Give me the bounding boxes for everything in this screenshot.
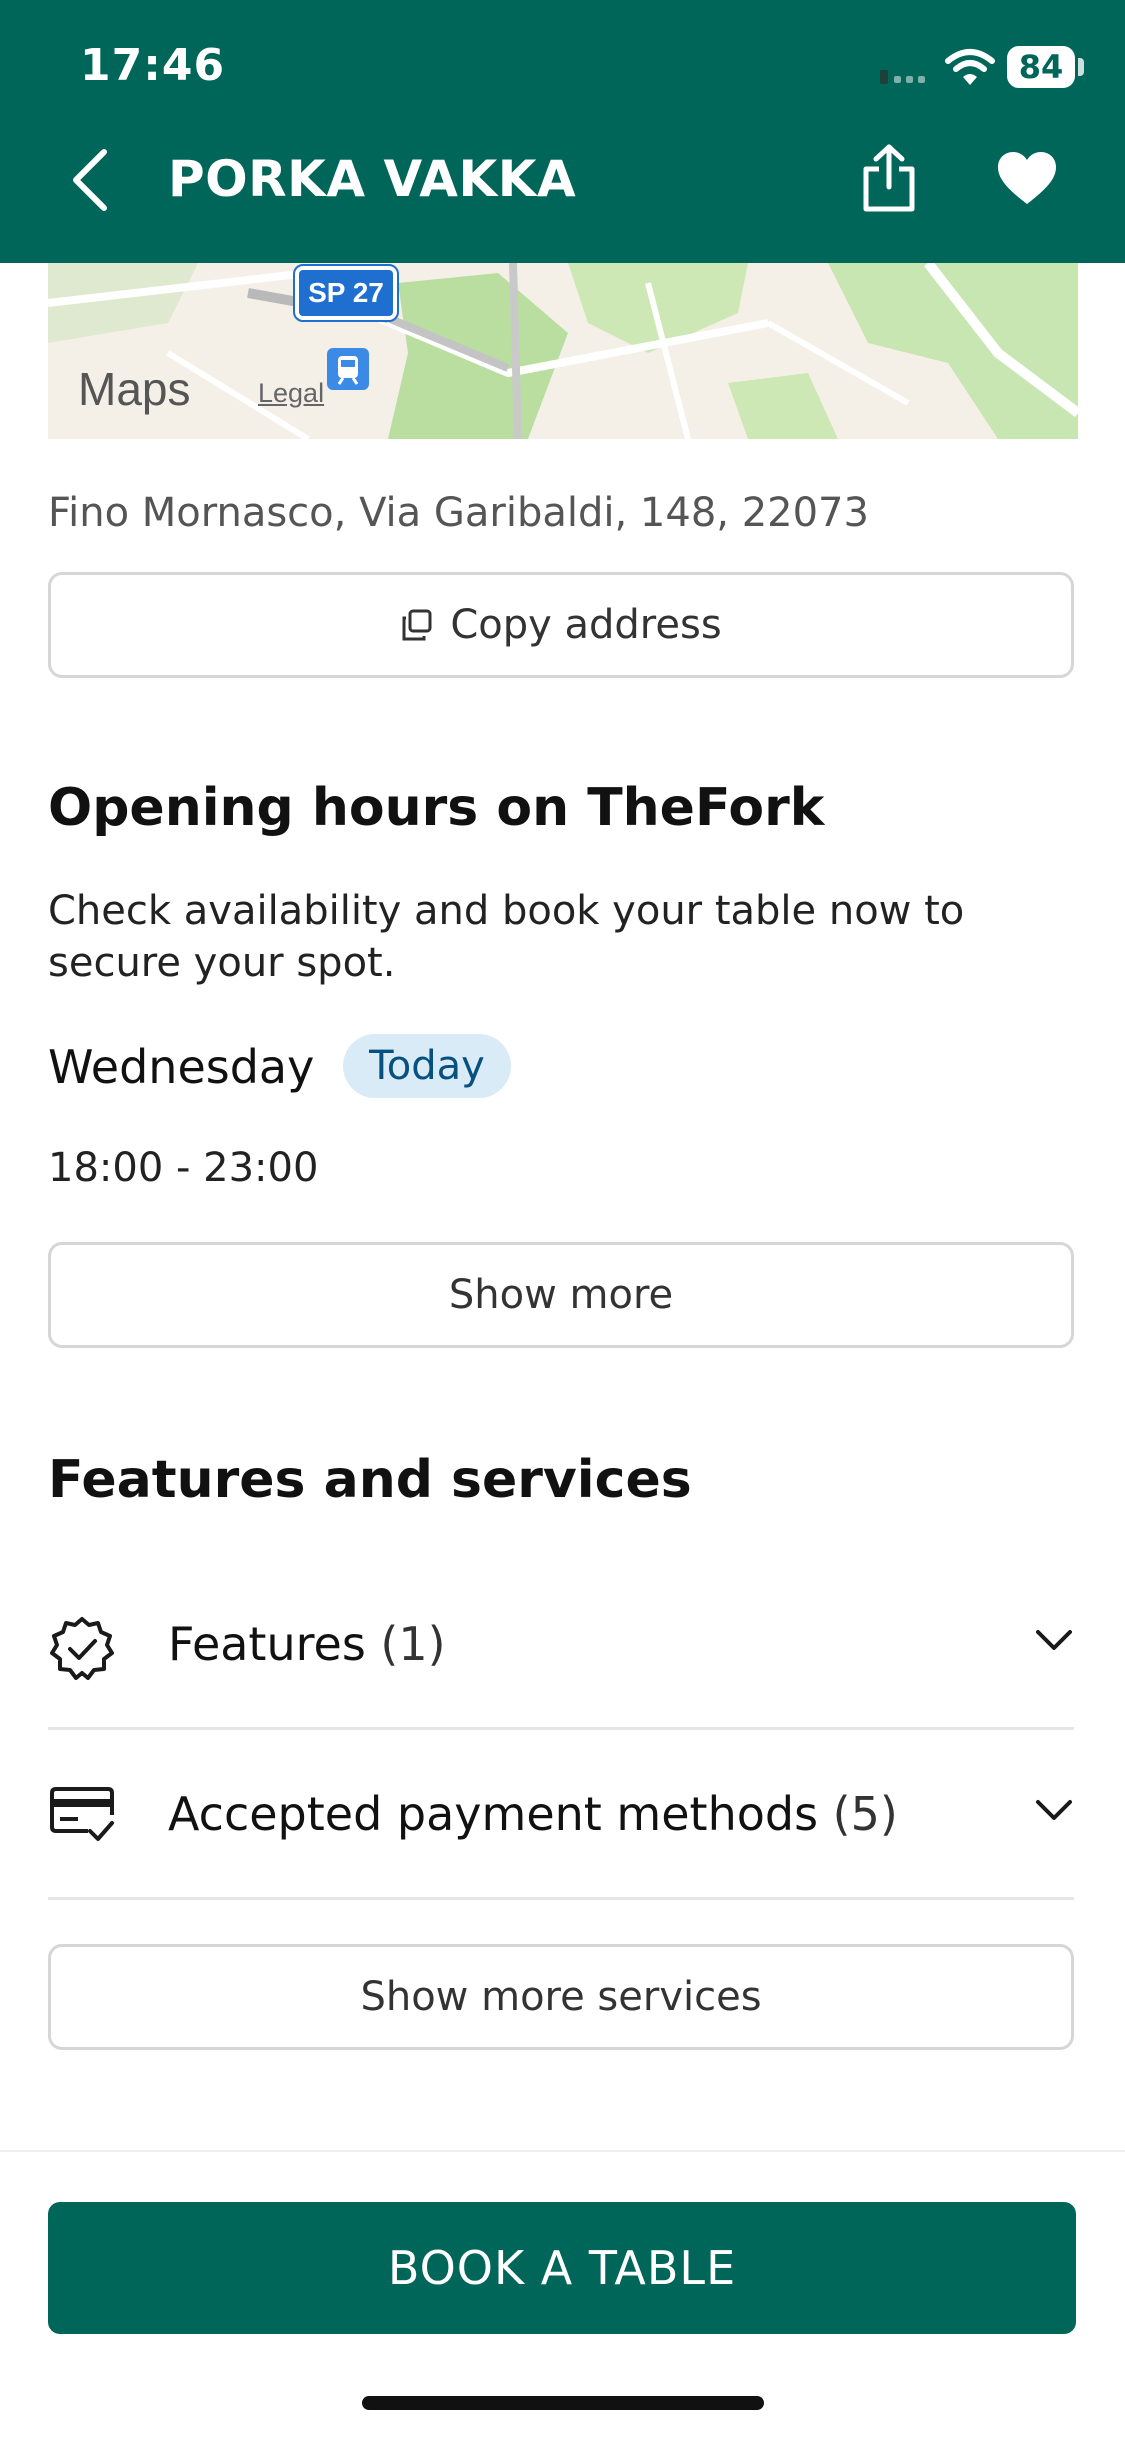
credit-card-check-icon	[50, 1787, 114, 1841]
show-more-hours-button[interactable]: Show more	[48, 1242, 1074, 1348]
status-time: 17:46	[80, 40, 226, 91]
home-indicator	[362, 2396, 764, 2410]
restaurant-title: PORKA VAKKA	[168, 150, 577, 208]
features-heading: Features and services	[48, 1450, 692, 1510]
chevron-down-icon	[1036, 1800, 1072, 1820]
payment-count: (5)	[832, 1787, 898, 1841]
cellular-signal-icon	[880, 70, 925, 84]
wifi-icon	[945, 49, 995, 85]
verified-badge-icon	[50, 1617, 114, 1680]
show-more-services-label: Show more services	[360, 1974, 762, 2020]
share-icon[interactable]	[860, 143, 918, 213]
show-more-label: Show more	[448, 1272, 674, 1318]
opening-hours-heading: Opening hours on TheFork	[48, 778, 825, 838]
features-row[interactable]: Features (1)	[48, 1560, 1074, 1730]
features-count: (1)	[380, 1617, 446, 1671]
restaurant-address: Fino Mornasco, Via Garibaldi, 148, 22073	[48, 490, 869, 536]
hours-range: 18:00 - 23:00	[48, 1145, 319, 1191]
features-row-label: Features (1)	[168, 1617, 446, 1671]
maps-logo-text: Maps	[78, 363, 191, 415]
today-badge: Today	[343, 1034, 511, 1098]
battery-tip	[1078, 58, 1084, 76]
train-station-icon	[327, 348, 369, 390]
copy-address-button[interactable]: Copy address	[48, 572, 1074, 678]
back-arrow-icon[interactable]	[70, 148, 110, 212]
copy-icon	[400, 608, 434, 642]
map-tiles	[48, 263, 1078, 439]
battery-indicator: 84	[1007, 46, 1075, 88]
book-table-label: BOOK A TABLE	[387, 2241, 737, 2295]
features-label-text: Features	[168, 1617, 366, 1671]
road-badge: SP 27	[293, 264, 399, 322]
chevron-down-icon	[1036, 1630, 1072, 1650]
maps-logo: Maps	[78, 362, 190, 416]
payment-label-text: Accepted payment methods	[168, 1787, 819, 1841]
day-label: Wednesday	[48, 1040, 315, 1094]
map-preview[interactable]	[48, 263, 1078, 439]
show-more-services-button[interactable]: Show more services	[48, 1944, 1074, 2050]
opening-hours-description: Check availability and book your table n…	[48, 888, 965, 986]
map-legal-link[interactable]: Legal	[258, 378, 324, 409]
app-header: 17:46 84 PORKA VAKKA	[0, 0, 1125, 263]
book-table-button[interactable]: BOOK A TABLE	[48, 2202, 1076, 2334]
payment-row-label: Accepted payment methods (5)	[168, 1787, 898, 1841]
favorite-heart-icon[interactable]	[996, 150, 1058, 206]
copy-address-label: Copy address	[450, 602, 722, 648]
payment-methods-row[interactable]: Accepted payment methods (5)	[48, 1730, 1074, 1900]
